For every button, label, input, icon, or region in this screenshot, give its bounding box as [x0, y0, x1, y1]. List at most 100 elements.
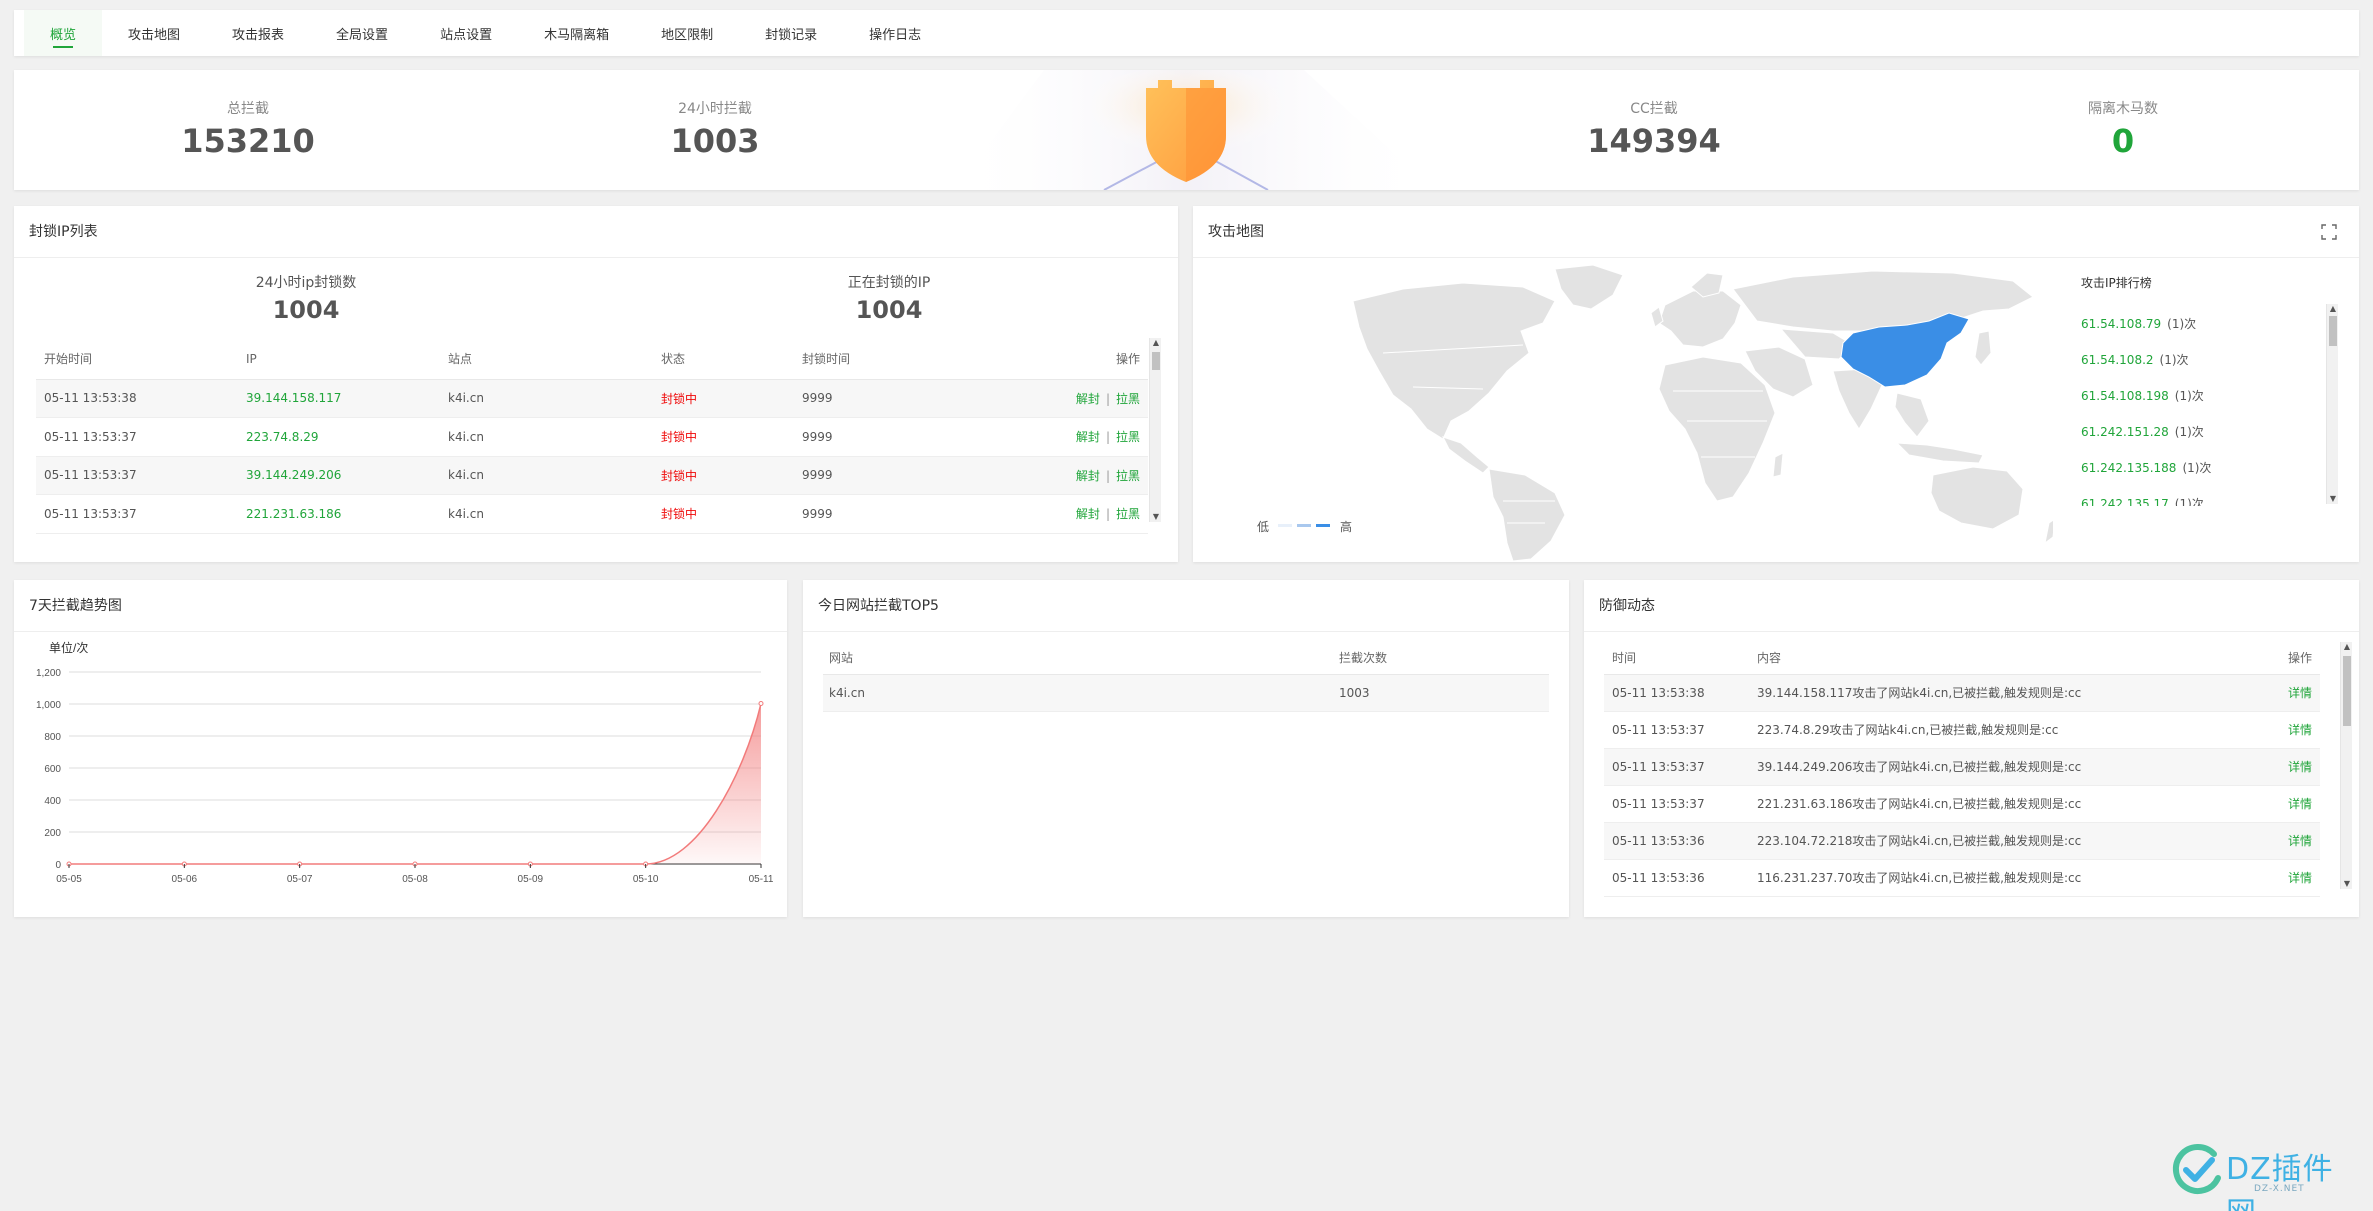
chart-grid — [69, 671, 761, 865]
rank-ip[interactable]: 61.242.135.17 — [2081, 497, 2169, 506]
x-tick-label: 05-06 — [172, 874, 198, 885]
blacklist-link[interactable]: 拉黑 — [1116, 507, 1140, 521]
table-row: 05-11 13:53:38 39.144.158.117 k4i.cn 封锁中… — [36, 379, 1148, 418]
cell-actions: 解封 | 拉黑 — [954, 417, 1148, 457]
block-ip-panel: 封锁IP列表 24小时ip封锁数 1004 正在封锁的IP 1004 开始时间 … — [14, 206, 1178, 562]
stat-label: 隔离木马数 — [2088, 101, 2158, 117]
scroll-up-icon[interactable]: ▲ — [2327, 304, 2339, 314]
cell-ip: 223.74.8.29 — [238, 417, 440, 457]
panel-title: 封锁IP列表 — [14, 206, 1178, 258]
cell-time: 05-11 13:53:38 — [36, 379, 238, 418]
blocked-24h-stat: 24小时ip封锁数 1004 — [156, 272, 456, 324]
detail-link[interactable]: 详情 — [2250, 674, 2320, 712]
col-count: 拦截次数 — [1333, 642, 1549, 675]
fullscreen-icon[interactable] — [2321, 224, 2337, 240]
indonesia-region — [1895, 442, 1984, 464]
scroll-up-icon[interactable]: ▲ — [1150, 338, 1162, 348]
col-site: 网站 — [823, 642, 1333, 675]
rank-scrollbar[interactable]: ▲ ▼ — [2326, 304, 2338, 504]
detail-link[interactable]: 详情 — [2250, 859, 2320, 897]
scroll-thumb[interactable] — [2329, 316, 2337, 346]
tab-overview[interactable]: 概览 — [24, 10, 103, 56]
table-row: 05-11 13:53:37 221.231.63.186 k4i.cn 封锁中… — [36, 494, 1148, 534]
rank-ip[interactable]: 61.54.108.79 — [2081, 317, 2161, 331]
stat-quarantine: 隔离木马数 0 — [1973, 98, 2273, 160]
scroll-down-icon[interactable]: ▼ — [1150, 512, 1162, 522]
unblock-link[interactable]: 解封 — [1076, 507, 1100, 521]
tab-operation-log[interactable]: 操作日志 — [843, 10, 947, 56]
tab-global-settings[interactable]: 全局设置 — [310, 10, 414, 56]
table-row: k4i.cn 1003 — [823, 674, 1549, 712]
watermark-logo-icon — [2172, 1144, 2221, 1194]
tab-block-records[interactable]: 封锁记录 — [739, 10, 843, 56]
list-item: 61.242.135.17 (1)次 — [2081, 486, 2281, 506]
southeast-asia-region — [1894, 392, 1930, 438]
blacklist-link[interactable]: 拉黑 — [1116, 469, 1140, 483]
col-time: 时间 — [1604, 642, 1749, 675]
cell-actions: 解封 | 拉黑 — [954, 456, 1148, 495]
north-america-region — [1352, 282, 1556, 440]
stat-cc-block: CC拦截 149394 — [1504, 98, 1804, 160]
tab-site-settings[interactable]: 站点设置 — [414, 10, 518, 56]
separator: | — [1105, 507, 1110, 522]
separator: | — [1105, 468, 1110, 483]
stat-value: 0 — [2111, 122, 2135, 160]
scroll-down-icon[interactable]: ▼ — [2327, 494, 2339, 504]
stat-total-block: 总拦截 153210 — [98, 98, 398, 160]
central-america-region — [1442, 436, 1490, 474]
blacklist-link[interactable]: 拉黑 — [1116, 430, 1140, 444]
defense-scrollbar[interactable]: ▲ ▼ — [2340, 642, 2352, 889]
attack-rank-list: 61.54.108.79 (1)次 61.54.108.2 (1)次 61.54.1… — [2081, 306, 2281, 506]
detail-link[interactable]: 详情 — [2250, 822, 2320, 860]
table-row: 05-11 13:53:37 223.74.8.29 k4i.cn 封锁中 99… — [36, 417, 1148, 457]
south-america-region — [1488, 468, 1566, 561]
x-tick-label: 05-07 — [287, 874, 313, 885]
cell-actions: 解封 | 拉黑 — [954, 494, 1148, 534]
blacklist-link[interactable]: 拉黑 — [1116, 392, 1140, 406]
europe-region — [1658, 290, 1742, 348]
x-tick-label: 05-10 — [633, 874, 659, 885]
cell-time: 05-11 13:53:37 — [36, 456, 238, 495]
africa-region — [1658, 356, 1776, 502]
stat-value: 153210 — [181, 122, 315, 160]
unblock-link[interactable]: 解封 — [1076, 392, 1100, 406]
rank-ip[interactable]: 61.54.108.2 — [2081, 353, 2154, 367]
scroll-down-icon[interactable]: ▼ — [2341, 879, 2353, 889]
legend-swatch-high — [1316, 524, 1330, 527]
top-nav: 概览 攻击地图 攻击报表 全局设置 站点设置 木马隔离箱 地区限制 封锁记录 操… — [14, 10, 2359, 56]
rank-ip[interactable]: 61.242.151.28 — [2081, 425, 2169, 439]
col-duration: 封锁时间 — [794, 339, 954, 380]
list-item: 61.54.108.79 (1)次 — [2081, 306, 2281, 342]
data-point[interactable] — [758, 701, 764, 707]
world-map[interactable] — [1293, 261, 2053, 561]
rank-ip[interactable]: 61.242.135.188 — [2081, 461, 2176, 475]
unblock-link[interactable]: 解封 — [1076, 469, 1100, 483]
panel-title: 7天拦截趋势图 — [14, 580, 787, 632]
tab-region-restriction[interactable]: 地区限制 — [635, 10, 739, 56]
stat-24h-block: 24小时拦截 1003 — [565, 98, 865, 160]
scroll-thumb[interactable] — [1152, 352, 1160, 370]
cell-content: 223.104.72.218攻击了网站k4i.cn,已被拦截,触发规则是:cc — [1749, 822, 2250, 860]
japan-region — [1974, 330, 1992, 366]
rank-ip[interactable]: 61.54.108.198 — [2081, 389, 2169, 403]
scroll-up-icon[interactable]: ▲ — [2341, 642, 2353, 652]
list-item: 61.242.135.188 (1)次 — [2081, 450, 2281, 486]
tab-attack-map[interactable]: 攻击地图 — [102, 10, 206, 56]
rank-count: (1)次 — [2159, 353, 2189, 367]
top5-table: 网站 拦截次数 k4i.cn 1003 — [823, 642, 1549, 712]
detail-link[interactable]: 详情 — [2250, 748, 2320, 786]
cell-status: 封锁中 — [653, 494, 794, 534]
panel-title: 防御动态 — [1584, 580, 2359, 632]
cell-ip: 39.144.249.206 — [238, 456, 440, 495]
detail-link[interactable]: 详情 — [2250, 785, 2320, 823]
scroll-thumb[interactable] — [2343, 656, 2351, 726]
stat-value: 149394 — [1587, 122, 1721, 160]
block-table-scrollbar[interactable]: ▲ ▼ — [1149, 338, 1161, 522]
tab-trojan-quarantine[interactable]: 木马隔离箱 — [518, 10, 635, 56]
detail-link[interactable]: 详情 — [2250, 711, 2320, 749]
col-actions: 操作 — [954, 339, 1148, 380]
cell-time: 05-11 13:53:36 — [1604, 859, 1749, 897]
shield-icon — [1146, 80, 1226, 182]
unblock-link[interactable]: 解封 — [1076, 430, 1100, 444]
tab-attack-report[interactable]: 攻击报表 — [206, 10, 310, 56]
